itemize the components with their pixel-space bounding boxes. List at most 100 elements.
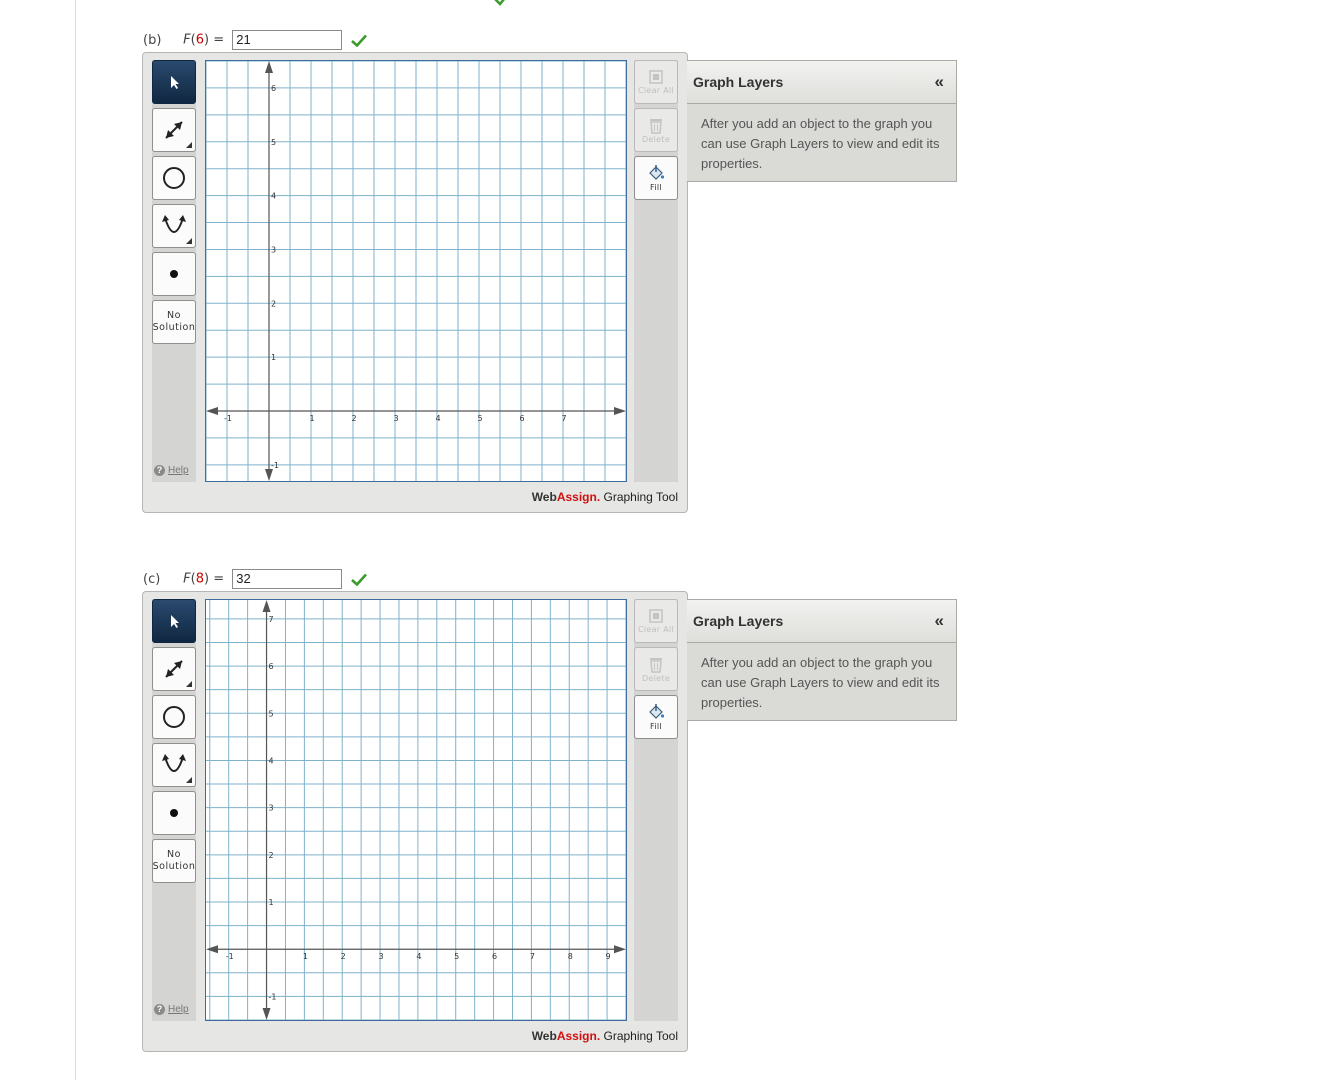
line-tool-button[interactable] (152, 108, 196, 152)
graphing-tool: No Solution ? Help -1 1 2 3 4 5 6 7 8 9 7 6 5 4 3 2 1 -1 C… (142, 591, 688, 1052)
y-tick-label: 1 (269, 898, 274, 907)
clear-all-button[interactable]: Clear All (634, 599, 678, 643)
delete-button[interactable]: Delete (634, 647, 678, 691)
clear-all-button[interactable]: Clear All (634, 60, 678, 104)
answer-input[interactable]: 32 (232, 569, 343, 589)
y-tick-label: 6 (269, 662, 274, 671)
answer-input[interactable]: 21 (232, 30, 343, 50)
clear-all-icon (649, 70, 663, 84)
x-axis-arrow-left (206, 407, 218, 415)
clear-all-label: Clear All (637, 625, 675, 634)
question-b: (b) F(6) = 21 (143, 30, 368, 50)
y-tick-label: 3 (269, 804, 274, 813)
delete-button[interactable]: Delete (634, 108, 678, 152)
circle-icon (163, 706, 185, 728)
y-axis-arrow-down (262, 1008, 271, 1020)
x-tick-label: 3 (393, 414, 398, 423)
fill-button[interactable]: Fill (634, 156, 678, 200)
y-tick-label: -1 (271, 461, 279, 470)
no-solution-button[interactable]: No Solution (152, 839, 196, 883)
paint-bucket-icon (649, 165, 665, 180)
graphing-tool: No Solution ? Help -1 1 2 3 4 5 6 7 6 5 4 3 2 1 -1 Clea… (142, 52, 688, 513)
x-tick-label: 4 (435, 414, 440, 423)
x-tick-label: 1 (303, 952, 308, 961)
graph-actions-bar: Clear All Delete Fill (634, 599, 678, 1021)
paint-bucket-icon (649, 704, 665, 719)
circle-icon (163, 167, 185, 189)
help-link[interactable]: ? Help (154, 1004, 189, 1015)
submenu-indicator (186, 142, 192, 148)
part-label: (c) (143, 571, 161, 587)
x-tick-label: -1 (226, 952, 234, 961)
select-tool-button[interactable] (152, 60, 196, 104)
graph-layers-description: After you add an object to the graph you… (701, 655, 940, 710)
parabola-tool-button[interactable] (152, 743, 196, 787)
equals-sign: = (213, 571, 225, 587)
webassign-brand: WebAssign. Graphing Tool (532, 1029, 678, 1043)
clear-all-icon (649, 609, 663, 623)
y-tick-label: 7 (269, 615, 274, 624)
graph-toolbar: No Solution ? Help (152, 599, 196, 1021)
graph-canvas[interactable]: -1 1 2 3 4 5 6 7 8 9 7 6 5 4 3 2 1 -1 (205, 599, 627, 1021)
graph-layers-panel: Graph Layers « After you add an object t… (687, 60, 957, 182)
graph-toolbar: No Solution ? Help (152, 60, 196, 482)
check-icon (351, 573, 368, 586)
x-tick-label: 3 (379, 952, 384, 961)
graph-layers-title: Graph Layers (693, 74, 784, 90)
x-tick-label: 4 (416, 952, 421, 961)
parabola-tool-button[interactable] (152, 204, 196, 248)
trash-icon (650, 658, 662, 673)
y-axis-arrow-down (265, 469, 273, 481)
graph-layers-title: Graph Layers (693, 613, 784, 629)
y-tick-label: 5 (269, 709, 274, 718)
collapse-icon[interactable]: « (935, 72, 944, 92)
graph-layers-header[interactable]: Graph Layers « (687, 600, 956, 643)
fill-button[interactable]: Fill (634, 695, 678, 739)
circle-tool-button[interactable] (152, 156, 196, 200)
coordinate-grid[interactable]: -1 1 2 3 4 5 6 7 8 9 7 6 5 4 3 2 1 -1 (206, 600, 627, 1021)
fill-label: Fill (650, 183, 662, 192)
graph-layers-header[interactable]: Graph Layers « (687, 61, 956, 104)
select-tool-button[interactable] (152, 599, 196, 643)
y-tick-label: 5 (271, 138, 276, 147)
x-tick-label: 7 (530, 952, 535, 961)
graph-layers-description: After you add an object to the graph you… (701, 116, 940, 171)
point-tool-button[interactable] (152, 252, 196, 296)
x-axis-arrow-left (206, 945, 218, 954)
help-label: Help (168, 465, 189, 476)
collapse-icon[interactable]: « (935, 611, 944, 631)
brand-tool-name: Graphing Tool (600, 1029, 678, 1043)
point-tool-button[interactable] (152, 791, 196, 835)
line-tool-button[interactable] (152, 647, 196, 691)
part-label: (b) (143, 32, 162, 48)
check-icon (351, 34, 368, 47)
x-tick-label: 2 (351, 414, 356, 423)
circle-tool-button[interactable] (152, 695, 196, 739)
y-tick-label: 4 (269, 756, 274, 765)
y-tick-label: 6 (271, 84, 276, 93)
no-solution-label-1: No (167, 849, 181, 860)
graph-canvas[interactable]: -1 1 2 3 4 5 6 7 6 5 4 3 2 1 -1 (205, 60, 627, 482)
no-solution-label-2: Solution (152, 322, 196, 333)
help-icon: ? (154, 1004, 165, 1015)
x-tick-label: 1 (309, 414, 314, 423)
x-tick-label: 9 (606, 952, 611, 961)
help-link[interactable]: ? Help (154, 465, 189, 476)
graph-actions-bar: Clear All Delete Fill (634, 60, 678, 482)
function-argument: 8 (195, 571, 204, 587)
parabola-icon (162, 754, 186, 772)
no-solution-button[interactable]: No Solution (152, 300, 196, 344)
graph-layers-panel: Graph Layers « After you add an object t… (687, 599, 957, 721)
submenu-indicator (186, 681, 192, 687)
help-label: Help (168, 1004, 189, 1015)
x-tick-label: 5 (477, 414, 482, 423)
help-icon: ? (154, 465, 165, 476)
y-tick-label: 1 (271, 353, 276, 362)
coordinate-grid[interactable]: -1 1 2 3 4 5 6 7 6 5 4 3 2 1 -1 (205, 60, 627, 481)
function-name: F (183, 32, 191, 48)
y-tick-label: 2 (271, 299, 276, 308)
y-tick-label: -1 (269, 992, 277, 1001)
x-tick-label: 6 (519, 414, 524, 423)
x-tick-label: 2 (341, 952, 346, 961)
brand-web: Web (531, 1029, 557, 1043)
